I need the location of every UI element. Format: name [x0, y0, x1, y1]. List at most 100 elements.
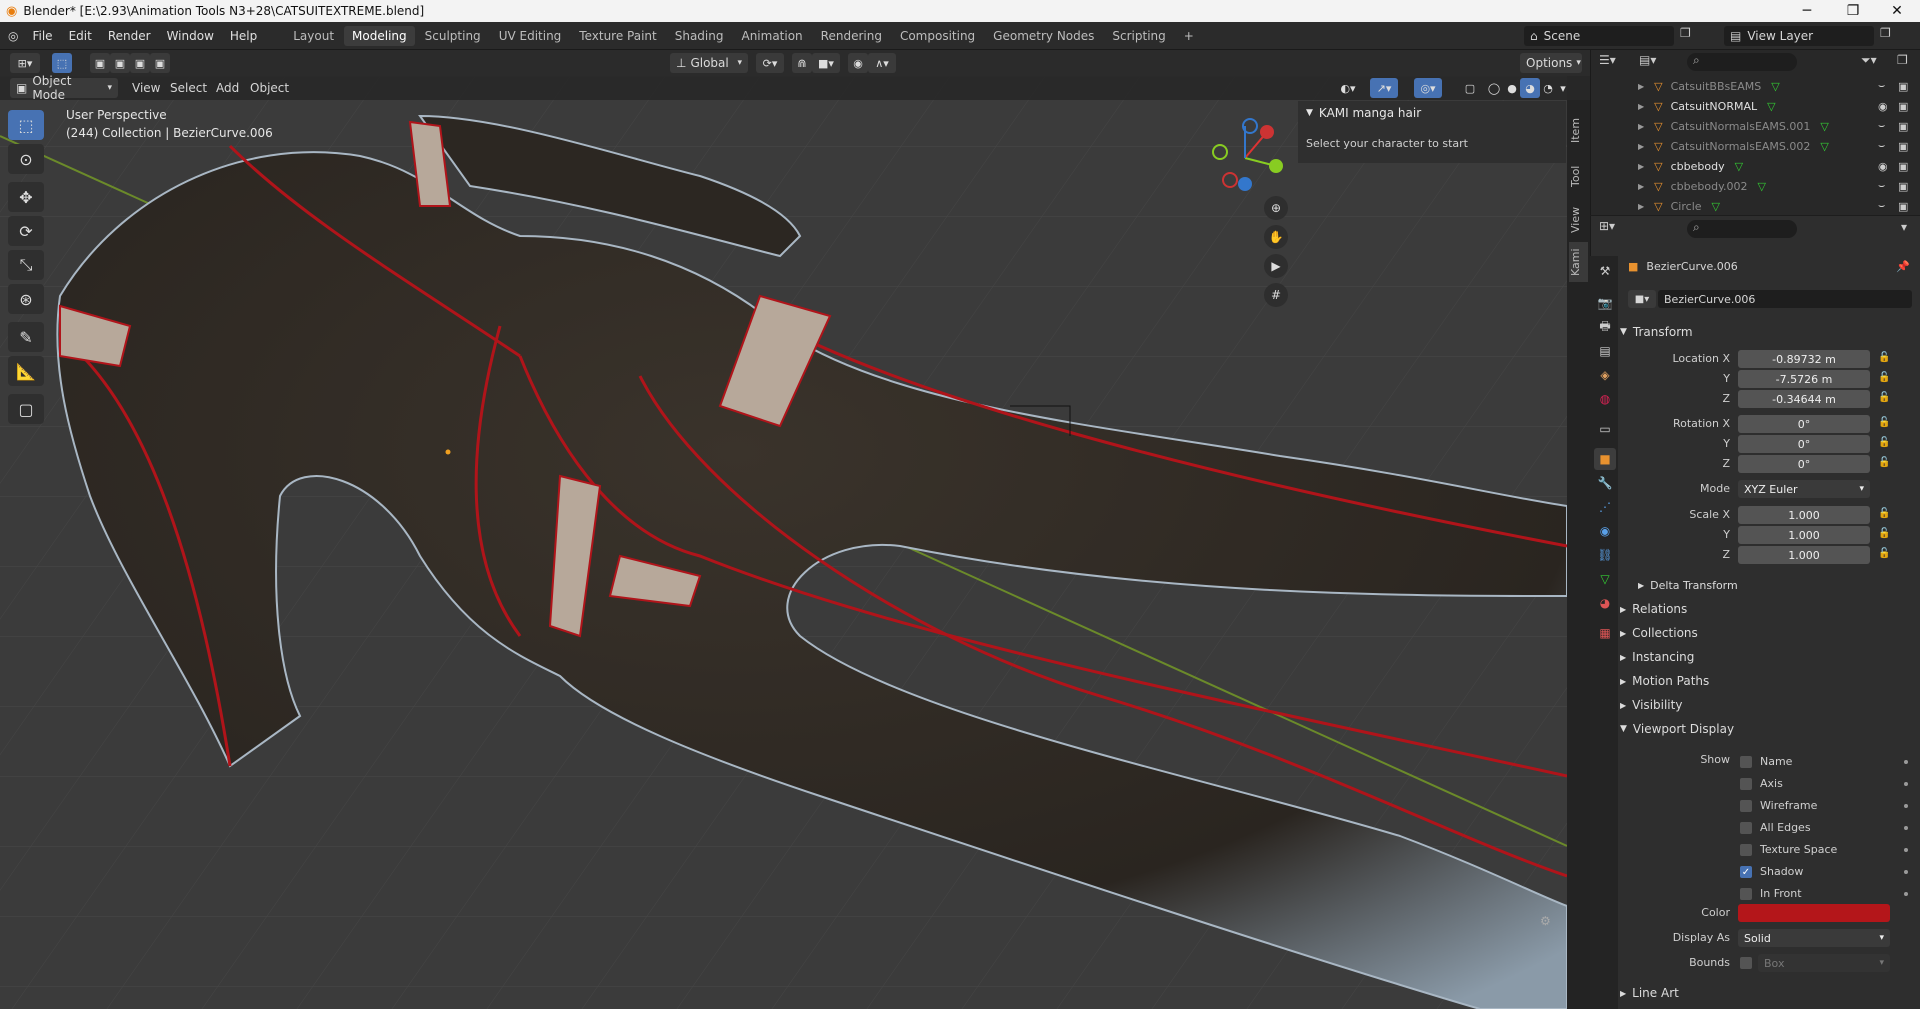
pan-hand-icon[interactable]: ✋ [1264, 225, 1288, 249]
blender-menu-icon[interactable]: ◎ [8, 29, 18, 43]
mode-subtract-icon[interactable]: ▣ [130, 53, 150, 73]
scale-x-field[interactable]: 1.000 [1738, 506, 1870, 524]
outliner-row[interactable]: ▶ ▽ CatsuitNormalsEAMS.001 ▽ ⌣ ▣ [1590, 116, 1920, 136]
lock-icon[interactable]: 🔓 [1878, 437, 1890, 448]
section-instancing[interactable]: ▶ Instancing [1620, 646, 1920, 668]
menu-select[interactable]: Select [170, 81, 207, 95]
lock-icon[interactable]: 🔓 [1878, 508, 1890, 519]
object-browse-icon[interactable]: ■▾ [1628, 290, 1656, 308]
tab-tool[interactable]: Tool [1569, 156, 1588, 196]
mode-dropdown[interactable]: ▣ Object Mode ▾ [10, 74, 118, 102]
snap-icon[interactable]: ⋒ [792, 53, 812, 73]
snap-target-icon[interactable]: ■▾ [812, 53, 840, 73]
scene-props-icon[interactable]: ◈ [1594, 364, 1616, 386]
solid-shading-icon[interactable]: ● [1502, 78, 1522, 98]
particles-props-icon[interactable]: ⋰ [1594, 496, 1616, 518]
material-shading-icon[interactable]: ◕ [1520, 78, 1540, 98]
select-tool-icon[interactable]: ⬚ [8, 110, 44, 140]
transform-tool-icon[interactable]: ⊛ [8, 284, 44, 314]
tab-kami[interactable]: Kami [1569, 242, 1588, 282]
keyframe-dot-icon[interactable] [1904, 782, 1908, 786]
new-view-layer-icon[interactable]: ❐ [1880, 26, 1898, 46]
move-tool-icon[interactable]: ✥ [8, 182, 44, 212]
orientation-dropdown[interactable]: ⊥ Global ▾ [670, 53, 748, 73]
new-collection-icon[interactable]: ❐ [1897, 53, 1908, 67]
keyframe-dot-icon[interactable] [1904, 804, 1908, 808]
delta-transform-header[interactable]: ▶ Delta Transform [1638, 574, 1920, 596]
section-relations[interactable]: ▶ Relations [1620, 598, 1920, 620]
expand-arrow-icon[interactable]: ▶ [1638, 102, 1644, 111]
tab-geometry-nodes[interactable]: Geometry Nodes [985, 26, 1102, 46]
new-scene-icon[interactable]: ❐ [1680, 26, 1698, 46]
add-workspace-button[interactable]: + [1176, 26, 1202, 46]
outliner-row[interactable]: ▶ ▽ CatsuitNormalsEAMS.002 ▽ ⌣ ▣ [1590, 136, 1920, 156]
camera-render-icon[interactable]: ▣ [1898, 140, 1908, 153]
editor-type-icon[interactable]: ⊞▾ [10, 53, 40, 73]
camera-view-icon[interactable]: ▶ [1264, 254, 1288, 278]
tab-shading[interactable]: Shading [667, 26, 732, 46]
tab-sculpting[interactable]: Sculpting [417, 26, 489, 46]
rotate-tool-icon[interactable]: ⟳ [8, 216, 44, 246]
camera-render-icon[interactable]: ▣ [1898, 180, 1908, 193]
scale-z-field[interactable]: 1.000 [1738, 546, 1870, 564]
tab-rendering[interactable]: Rendering [813, 26, 890, 46]
output-props-icon[interactable]: 🖶 [1594, 316, 1616, 338]
eye-closed-icon[interactable]: ⌣ [1878, 199, 1885, 213]
scene-selector[interactable]: ⌂ Scene [1524, 26, 1674, 46]
scale-tool-icon[interactable]: ⤡ [8, 250, 44, 280]
modifier-props-icon[interactable]: 🔧 [1594, 472, 1616, 494]
section-motion-paths[interactable]: ▶ Motion Paths [1620, 670, 1920, 692]
render-props-icon[interactable]: 📷 [1594, 292, 1616, 314]
wireframe-checkbox[interactable] [1740, 800, 1752, 812]
view-layer-props-icon[interactable]: ▤ [1594, 340, 1616, 362]
eye-closed-icon[interactable]: ⌣ [1878, 119, 1885, 133]
lock-icon[interactable]: 🔓 [1878, 372, 1890, 383]
section-visibility[interactable]: ▶ Visibility [1620, 694, 1920, 716]
menu-window[interactable]: Window [159, 29, 222, 43]
viewport-color-swatch[interactable] [1738, 904, 1890, 922]
falloff-icon[interactable]: ∧▾ [868, 53, 896, 73]
camera-render-icon[interactable]: ▣ [1898, 200, 1908, 213]
properties-options-icon[interactable]: ▾ [1901, 220, 1907, 234]
physics-props-icon[interactable]: ◉ [1594, 520, 1616, 542]
menu-add[interactable]: Add [216, 81, 239, 95]
all-edges-checkbox[interactable] [1740, 822, 1752, 834]
outliner-row[interactable]: ▶ ▽ CatsuitBBsEAMS ▽ ⌣ ▣ [1590, 76, 1920, 96]
eye-closed-icon[interactable]: ⌣ [1878, 79, 1885, 93]
outliner-editor-icon[interactable]: ☰▾ [1599, 53, 1616, 67]
expand-arrow-icon[interactable]: ▶ [1638, 82, 1644, 91]
wireframe-shading-icon[interactable]: ◯ [1484, 78, 1504, 98]
lock-icon[interactable]: 🔓 [1878, 352, 1890, 363]
cursor-tool-icon[interactable]: ⊙ [8, 144, 44, 174]
mode-new-icon[interactable]: ▣ [90, 53, 110, 73]
menu-file[interactable]: File [24, 29, 60, 43]
transform-header[interactable]: ▼ Transform [1620, 321, 1920, 343]
eye-icon[interactable]: ◉ [1878, 160, 1888, 173]
zoom-icon[interactable]: ⊕ [1264, 196, 1288, 220]
expand-arrow-icon[interactable]: ▶ [1638, 162, 1644, 171]
keyframe-dot-icon[interactable] [1904, 892, 1908, 896]
navigation-gizmo[interactable] [1205, 118, 1285, 198]
menu-object[interactable]: Object [250, 81, 289, 95]
properties-editor-icon[interactable]: ⊞▾ [1599, 219, 1615, 233]
close-button[interactable]: ✕ [1874, 0, 1920, 22]
rendered-shading-icon[interactable]: ◔ [1538, 78, 1558, 98]
tab-layout[interactable]: Layout [285, 26, 342, 46]
overlays-icon[interactable]: ◎▾ [1414, 78, 1442, 98]
expand-arrow-icon[interactable]: ▶ [1638, 122, 1644, 131]
eye-closed-icon[interactable]: ⌣ [1878, 139, 1885, 153]
shadow-checkbox[interactable]: ✓ [1740, 866, 1752, 878]
section-collections[interactable]: ▶ Collections [1620, 622, 1920, 644]
rotation-y-field[interactable]: 0° [1738, 435, 1870, 453]
menu-view[interactable]: View [132, 81, 160, 95]
pivot-icon[interactable]: ⟳▾ [756, 53, 784, 73]
expand-arrow-icon[interactable]: ▶ [1638, 182, 1644, 191]
xray-icon[interactable]: ▢ [1460, 78, 1480, 98]
tool-props-icon[interactable]: ⚒ [1594, 260, 1616, 282]
outliner-row[interactable]: ▶ ▽ Circle ▽ ⌣ ▣ [1590, 196, 1920, 216]
menu-edit[interactable]: Edit [61, 29, 100, 43]
shading-options-icon[interactable]: ▾ [1556, 78, 1570, 98]
mode-intersect-icon[interactable]: ▣ [150, 53, 170, 73]
world-props-icon[interactable]: ◍ [1594, 388, 1616, 410]
expand-arrow-icon[interactable]: ▶ [1638, 202, 1644, 211]
